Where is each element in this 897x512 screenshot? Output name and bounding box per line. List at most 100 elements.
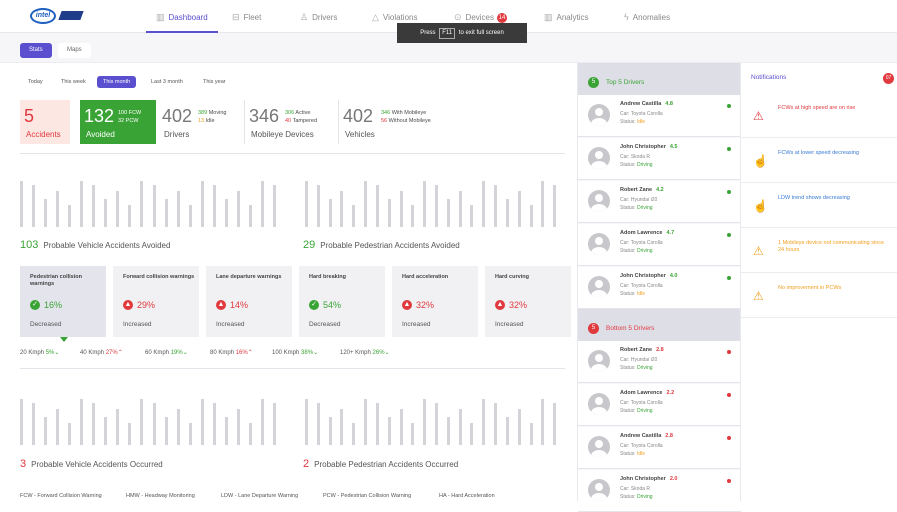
sparkline-bar bbox=[482, 181, 486, 227]
arrow-up-icon: ▲ bbox=[123, 300, 133, 310]
notification-item[interactable]: ☝ FCWs at lower speed decreasing bbox=[741, 138, 897, 183]
driver-car: Car: Toyota Corolla bbox=[620, 400, 663, 406]
nav-fleet[interactable]: ⊟ Fleet bbox=[232, 0, 261, 33]
sparkline-bar bbox=[260, 181, 264, 227]
sparkline-bar bbox=[446, 199, 450, 227]
warning-card[interactable]: Pedestrian collision warnings ✓ 16% Decr… bbox=[20, 266, 106, 337]
tab-maps[interactable]: Maps bbox=[58, 43, 91, 58]
sparkline-bar bbox=[399, 191, 403, 227]
sparkline-bar bbox=[494, 185, 498, 227]
check-icon: ✓ bbox=[30, 300, 40, 310]
sparkline-bar bbox=[164, 417, 168, 445]
sparkline-bar bbox=[152, 185, 156, 227]
metric-vehicle-occurred: 3 Probable Vehicle Accidents Occurred bbox=[20, 458, 163, 470]
sparkline-bar bbox=[248, 205, 252, 227]
warning-icon: ⚠ bbox=[753, 109, 764, 123]
sparkline-bar bbox=[116, 191, 120, 227]
nav-anomalies[interactable]: ϟ Anomalies bbox=[624, 0, 670, 33]
bottom-drivers-count: 5 bbox=[588, 323, 599, 334]
speed-item[interactable]: 100 Kmph 38%⌄ bbox=[272, 349, 318, 356]
speed-item[interactable]: 60 Kmph 19%⌄ bbox=[145, 349, 188, 356]
chevron-down-icon: ⌄ bbox=[384, 350, 390, 356]
notifications-title: Notifications bbox=[751, 74, 787, 81]
sparkline-bar bbox=[423, 181, 427, 227]
dashboard-main: Today This week This month Last 3 month … bbox=[0, 63, 577, 501]
nav-drivers[interactable]: ♙ Drivers bbox=[300, 0, 337, 33]
devices-badge: 14 bbox=[497, 12, 507, 23]
driver-row[interactable]: Adom Lawrence 4.7 Car: Toyota Corolla Sta… bbox=[578, 224, 741, 266]
warning-card[interactable]: Forward collision warnings ▲ 29% Increas… bbox=[113, 266, 199, 337]
top-drivers-count: 5 bbox=[588, 77, 599, 88]
driver-row[interactable]: Robert Zane 4.2 Car: Hyundai i20 Status: … bbox=[578, 181, 741, 223]
warning-card[interactable]: Hard acceleration ▲ 32% Increased bbox=[392, 266, 478, 337]
sparkline-vehicle-avoided bbox=[20, 175, 285, 227]
arrow-up-icon: ⌃ bbox=[247, 350, 253, 356]
notification-item[interactable]: ⚠ No improvement in PCWs bbox=[741, 273, 897, 318]
range-today[interactable]: Today bbox=[22, 76, 49, 88]
range-this-week[interactable]: This week bbox=[55, 76, 92, 88]
sparkline-bar bbox=[517, 191, 521, 227]
kpi-devices[interactable]: 346 306 Active 40 Tampered Mobileye Devic… bbox=[244, 100, 336, 144]
check-icon: ✓ bbox=[309, 300, 319, 310]
driver-row[interactable]: Andrew Castilla 2.8 Car: Toyota Corolla S… bbox=[578, 427, 741, 469]
speed-item[interactable]: 40 Kmph 27%⌃ bbox=[80, 349, 123, 356]
kpi-avoided[interactable]: 132 100 FCW 32 PCW Avoided bbox=[80, 100, 156, 144]
driver-status: Status: Driving bbox=[620, 494, 653, 500]
status-dot bbox=[727, 436, 731, 440]
nav-analytics[interactable]: ▥ Analytics bbox=[544, 0, 589, 33]
driver-row[interactable]: Andrew Castilla 4.8 Car: Toyota Corolla S… bbox=[578, 95, 741, 137]
sparkline-bar bbox=[387, 417, 391, 445]
driver-row[interactable]: John Christopher 4.0 Car: Toyota Corolla … bbox=[578, 267, 741, 309]
sparkline-bar bbox=[188, 205, 192, 227]
notification-item[interactable]: ☝ LDW trend shows decreasing bbox=[741, 183, 897, 228]
sparkline-bar bbox=[140, 399, 144, 445]
nav-dashboard[interactable]: ▥ Dashboard bbox=[146, 0, 218, 33]
speed-item[interactable]: 120+ Kmph 26%⌄ bbox=[340, 349, 390, 356]
sparkline-bar bbox=[458, 409, 462, 445]
bottom-drivers-header[interactable]: 5 Bottom 5 Drivers bbox=[578, 309, 741, 341]
driver-row[interactable]: Robert Zane 2.8 Car: Hyundai i20 Status: … bbox=[578, 341, 741, 383]
range-this-year[interactable]: This year bbox=[197, 76, 232, 88]
speed-item[interactable]: 20 Kmph 5%⌄ bbox=[20, 349, 59, 356]
top-drivers-header[interactable]: 5 Top 5 Drivers bbox=[578, 63, 741, 95]
warning-card[interactable]: Hard breaking ✓ 54% Decreased bbox=[299, 266, 385, 337]
sparkline-bar bbox=[260, 399, 264, 445]
kpi-vehicles[interactable]: 402 346 With Mobileye 56 Without Mobileye… bbox=[338, 100, 458, 144]
driver-row[interactable]: John Christopher 4.5 Car: Skoda R Status:… bbox=[578, 138, 741, 180]
sparkline-bar bbox=[224, 417, 228, 445]
warning-card[interactable]: Hard curving ▲ 32% Increased bbox=[485, 266, 571, 337]
arrow-up-icon: ▲ bbox=[495, 300, 505, 310]
sparkline-pedestrian-avoided bbox=[305, 175, 565, 227]
driver-row[interactable]: John Christopher 2.0 Car: Skoda R Status:… bbox=[578, 470, 741, 512]
warning-card[interactable]: Lane departure warnings ▲ 14% Increased bbox=[206, 266, 292, 337]
fullscreen-toast: Press F11 to exit full screen bbox=[397, 23, 527, 43]
speed-item[interactable]: 80 Kmph 16%⌃ bbox=[210, 349, 253, 356]
driver-row[interactable]: Adom Lawrence 2.2 Car: Toyota Corolla Sta… bbox=[578, 384, 741, 426]
range-this-month[interactable]: This month bbox=[97, 76, 137, 88]
driver-car: Car: Toyota Corolla bbox=[620, 283, 663, 289]
notification-text: LDW trend shows decreasing bbox=[778, 195, 850, 201]
tab-stats[interactable]: Stats bbox=[20, 43, 52, 58]
range-last-3-month[interactable]: Last 3 month bbox=[145, 76, 189, 88]
card-trend: Increased bbox=[402, 321, 431, 328]
card-title: Hard acceleration bbox=[402, 274, 449, 280]
notification-item[interactable]: ⚠ 1 Mobileye device not communicating si… bbox=[741, 228, 897, 273]
card-trend: Increased bbox=[123, 321, 152, 328]
driver-status: Status: Driving bbox=[620, 365, 653, 371]
sparkline-bar bbox=[505, 199, 509, 227]
sparkline-bar bbox=[446, 417, 450, 445]
sparkline-bar bbox=[188, 423, 192, 445]
sparkline-bar bbox=[20, 181, 23, 227]
sparkline-bar bbox=[529, 205, 533, 227]
kpi-accidents[interactable]: 5 Accidents bbox=[20, 100, 70, 144]
arrow-up-icon: ▲ bbox=[402, 300, 412, 310]
kpi-drivers[interactable]: 402 389 Moving 13 Idle Drivers bbox=[158, 100, 236, 144]
notification-item[interactable]: ⚠ FCWs at high speed are on rise bbox=[741, 93, 897, 138]
driver-name: Robert Zane 4.2 bbox=[620, 187, 664, 193]
avatar bbox=[588, 147, 610, 169]
sparkline-bar bbox=[236, 409, 240, 445]
status-dot bbox=[727, 393, 731, 397]
sparkline-bar bbox=[116, 409, 120, 445]
sparkline-bar bbox=[375, 185, 379, 227]
sparkline-bar bbox=[352, 205, 356, 227]
